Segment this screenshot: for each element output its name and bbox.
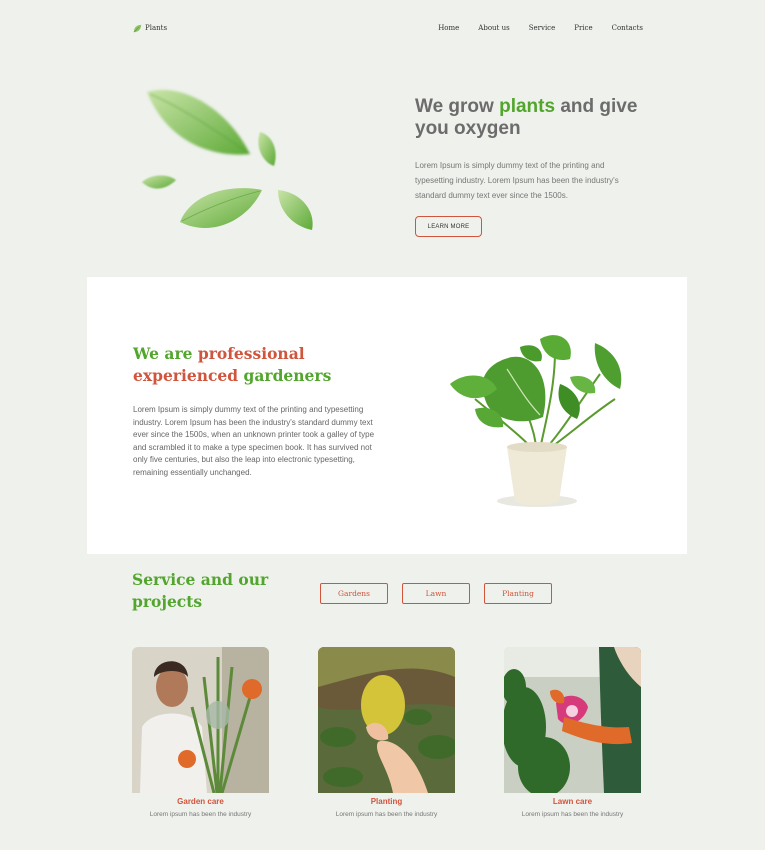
card-subtitle: Lorem ipsum has been the industry <box>335 811 438 818</box>
about-section: We are professional experienced gardener… <box>87 277 687 554</box>
about-title: We are professional experienced gardener… <box>133 344 332 385</box>
brand-name: Plants <box>145 24 168 32</box>
nav-link-contacts[interactable]: Contacts <box>612 24 643 32</box>
brand-logo[interactable]: Plants <box>133 24 167 33</box>
garden-care-photo <box>132 647 269 793</box>
service-card-lawn-care[interactable]: Lawn care Lorem ipsum has been the indus… <box>504 647 641 818</box>
nav-menu: Home About us Service Price Contacts <box>438 24 643 32</box>
learn-more-button[interactable]: LEARN MORE <box>415 216 482 237</box>
services-title: Service and our projects <box>132 570 269 611</box>
filter-gardens-button[interactable]: Gardens <box>320 583 388 604</box>
nav-link-price[interactable]: Price <box>574 24 592 32</box>
hero-title: We grow plants and give you oxygen <box>415 96 638 139</box>
service-card-garden-care[interactable]: Garden care Lorem ipsum has been the ind… <box>132 647 269 818</box>
card-title: Garden care <box>177 797 224 806</box>
leaf-icon <box>133 24 142 32</box>
potted-monstera-image <box>450 335 622 507</box>
hero-title-accent: plants <box>499 96 556 117</box>
card-subtitle: Lorem ipsum has been the industry <box>521 811 624 818</box>
card-title: Lawn care <box>552 797 593 806</box>
nav-link-home[interactable]: Home <box>438 24 459 32</box>
lawn-care-photo <box>504 647 641 793</box>
filter-planting-button[interactable]: Planting <box>484 583 552 604</box>
about-description: Lorem Ipsum is simply dummy text of the … <box>133 405 375 477</box>
nav-link-about-us[interactable]: About us <box>478 24 509 32</box>
nav-link-service[interactable]: Service <box>529 24 556 32</box>
hero-description: Lorem Ipsum is simply dummy text of the … <box>415 161 619 200</box>
floating-leaves-image <box>142 89 313 230</box>
planting-photo <box>318 647 455 793</box>
service-card-planting[interactable]: Planting Lorem ipsum has been the indust… <box>318 647 455 818</box>
card-subtitle: Lorem ipsum has been the industry <box>149 811 252 818</box>
top-nav: Plants Home About us Service Price Conta… <box>133 20 643 36</box>
card-title: Planting <box>370 797 403 806</box>
filter-lawn-button[interactable]: Lawn <box>402 583 470 604</box>
